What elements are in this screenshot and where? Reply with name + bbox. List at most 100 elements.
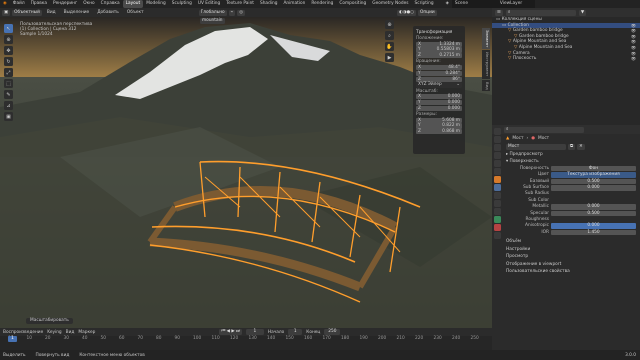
material-slot-field[interactable]: Мост [506, 144, 566, 150]
cursor-tool-icon[interactable]: ⊕ [4, 35, 13, 44]
rotation-y-field[interactable]: Y 0.284° [416, 70, 462, 76]
scale-y-field[interactable]: Y 0.000 [416, 99, 462, 106]
start-frame-field[interactable]: 1 [288, 329, 303, 335]
menu-select[interactable]: Выделение [61, 9, 93, 17]
select-tool-icon[interactable]: ↖ [4, 24, 13, 33]
editor-type-button[interactable]: ▣ [2, 9, 11, 16]
tab-compositing[interactable]: Compositing [336, 0, 369, 8]
measure-tool-icon[interactable]: ⊿ [4, 101, 13, 110]
tab-layout[interactable]: Layout [122, 0, 144, 8]
new-material-icon[interactable]: ⧉ [568, 144, 576, 150]
render-tab-icon[interactable] [493, 136, 501, 143]
transform-tool-icon[interactable]: ⬚ [4, 79, 13, 88]
dimensions-x-field[interactable]: X 5.608 m [416, 117, 462, 123]
menu-file[interactable]: Файл [10, 0, 28, 8]
surface-field[interactable]: Фон [551, 165, 636, 172]
menu-edit[interactable]: Правка [28, 0, 50, 8]
options-menu[interactable]: Опции [417, 9, 437, 16]
world-tab-icon[interactable] [493, 168, 501, 175]
annotate-tool-icon[interactable]: ✎ [4, 90, 13, 99]
texture-tab-icon[interactable] [493, 232, 501, 239]
object-tab-icon[interactable] [493, 176, 501, 183]
property-field[interactable]: 1.450 [551, 229, 636, 236]
scene-tab-icon[interactable] [493, 160, 501, 167]
modifier-tab-icon[interactable] [493, 184, 501, 191]
delete-material-icon[interactable]: ✕ [577, 144, 585, 150]
tab-view[interactable]: Вид [482, 79, 490, 92]
playhead[interactable]: 1 [8, 336, 17, 342]
breadcrumb[interactable]: mountain [200, 18, 225, 24]
collapsed-section[interactable]: Отображение в viewport [506, 262, 640, 268]
tab-rendering[interactable]: Rendering [308, 0, 336, 8]
menu-render[interactable]: Рендеринг [50, 0, 80, 8]
shader-field[interactable]: Текстура изображения [551, 172, 636, 178]
visibility-icon[interactable]: 👁 [631, 56, 636, 62]
view-layer-tab-icon[interactable] [493, 152, 501, 159]
collapsed-section[interactable]: Настройки [506, 247, 640, 253]
move-tool-icon[interactable]: ✥ [4, 46, 13, 55]
tab-tool[interactable]: Инструмент [482, 50, 490, 79]
menu-add[interactable]: Добавить [94, 9, 122, 17]
timeline-menu-keying[interactable]: Keying [47, 330, 61, 335]
property-field[interactable]: 0.500 [551, 210, 636, 217]
particles-tab-icon[interactable] [493, 192, 501, 199]
rotation-mode-select[interactable]: XYZ Эйлер ⌄ [416, 82, 462, 88]
output-tab-icon[interactable] [493, 144, 501, 151]
mode-selector[interactable]: Объектный [12, 9, 42, 16]
physics-tab-icon[interactable] [493, 200, 501, 207]
tab-animation[interactable]: Animation [280, 0, 308, 8]
end-frame-field[interactable]: 250 [324, 329, 341, 335]
tab-uv-editing[interactable]: UV Editing [195, 0, 223, 8]
menu-view[interactable]: Вид [44, 9, 59, 17]
current-frame-field[interactable]: 1 [245, 329, 264, 335]
menu-object[interactable]: Объект [124, 9, 147, 17]
tool-tab-icon[interactable] [493, 128, 501, 135]
scene-selector[interactable]: Scene [451, 0, 497, 8]
collapsed-section[interactable]: Пользовательские свойства [506, 269, 640, 275]
rotation-z-field[interactable]: Z 86° [416, 76, 462, 82]
location-y-field[interactable]: Y 0.55803 m [416, 47, 462, 53]
section-surface[interactable]: ▾ Поверхность [506, 159, 640, 165]
scale-x-field[interactable]: X 0.000 [416, 94, 462, 100]
data-tab-icon[interactable] [493, 216, 501, 223]
outliner-search[interactable]: ⌕ [505, 9, 576, 16]
viewlayer-selector[interactable]: ViewLayer [496, 0, 535, 8]
tab-texture-paint[interactable]: Texture Paint [223, 0, 257, 8]
camera-view-icon[interactable]: ▶ [385, 53, 394, 62]
snap-icon[interactable]: ⌁ [228, 9, 236, 16]
props-search[interactable]: ⌕ [504, 126, 584, 133]
rotate-tool-icon[interactable]: ↻ [4, 57, 13, 66]
tab-item[interactable]: Элемент [482, 28, 490, 50]
location-z-field[interactable]: Z 0.2715 m [416, 53, 462, 59]
pan-icon[interactable]: ✋ [385, 42, 394, 51]
scene-icon[interactable]: ◈ [443, 0, 452, 8]
timeline-menu-view[interactable]: Вид [66, 330, 75, 335]
collapsed-section[interactable]: Объём [506, 239, 640, 245]
timeline-menu-marker[interactable]: Маркер [78, 330, 95, 335]
tab-scripting[interactable]: Scripting [412, 0, 437, 8]
section-preview[interactable]: ▸ Предпросмотр [506, 152, 640, 158]
transform-orientation[interactable]: Глобально [198, 9, 227, 16]
collapsed-section[interactable]: Просмотр [506, 254, 640, 260]
tab-modeling[interactable]: Modeling [143, 0, 169, 8]
scale-tool-icon[interactable]: ⤢ [4, 68, 13, 77]
dimensions-y-field[interactable]: Y 0.822 m [416, 123, 462, 129]
zoom-icon[interactable]: ⌕ [385, 31, 394, 40]
proportional-icon[interactable]: ◎ [237, 9, 245, 16]
dimensions-z-field[interactable]: Z 0.868 m [416, 129, 462, 135]
rotation-x-field[interactable]: X 48.4° [416, 64, 462, 71]
outliner-item[interactable]: ▽ Плоскость 👁 [492, 56, 640, 62]
viewport-shading-icons[interactable]: ◐◑●○ [396, 9, 416, 16]
navigation-gizmo-icon[interactable]: ⊕ [385, 20, 394, 29]
blender-logo-icon[interactable]: ◉ [0, 0, 10, 8]
property-field[interactable]: 0.500 [551, 178, 636, 185]
menu-help[interactable]: Справка [98, 0, 123, 8]
filter-icon[interactable]: ▼ [578, 9, 587, 16]
property-field[interactable]: 0.000 [551, 223, 636, 229]
timeline-track[interactable]: 0102030405060708090100110120130140150160… [0, 336, 492, 350]
menu-window[interactable]: Окно [80, 0, 97, 8]
scale-z-field[interactable]: Z 0.000 [416, 105, 462, 111]
tab-sculpting[interactable]: Sculpting [169, 0, 195, 8]
tab-geometry-nodes[interactable]: Geometry Nodes [369, 0, 411, 8]
last-operation-panel[interactable]: Масштабировать [26, 318, 73, 324]
